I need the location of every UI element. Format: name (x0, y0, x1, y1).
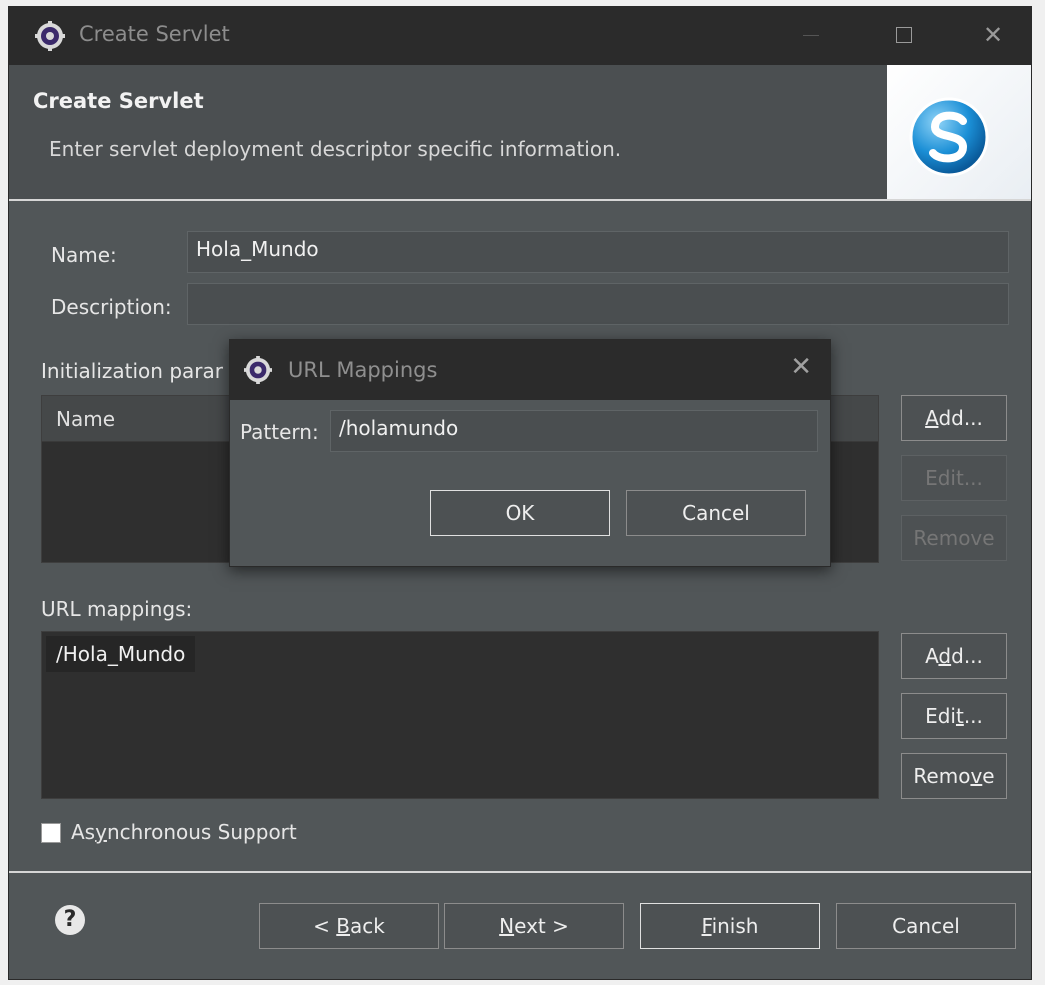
btn-mnemonic: F (701, 914, 712, 938)
close-icon: ✕ (982, 21, 1004, 49)
list-item[interactable]: /Hola_Mundo (46, 636, 196, 672)
window-titlebar[interactable]: Create Servlet ✕ (9, 7, 1031, 65)
btn-text: < (313, 914, 337, 938)
btn-text: d... (951, 644, 983, 668)
close-button[interactable]: ✕ (971, 15, 1015, 55)
servlet-logo-icon (909, 97, 989, 177)
wizard-header: Create Servlet Enter servlet deployment … (9, 65, 1031, 199)
url-mappings-label: URL mappings: (41, 597, 193, 621)
name-field-value: Hola_Mundo (196, 237, 319, 261)
btn-mnemonic: t (955, 704, 964, 728)
dialog-cancel-button[interactable]: Cancel (626, 490, 806, 536)
name-label: Name: (51, 243, 117, 267)
pattern-label: Pattern: (240, 420, 319, 444)
label-text: nchronous Support (106, 820, 297, 844)
minimize-button[interactable] (789, 15, 833, 55)
maximize-button[interactable] (883, 15, 927, 55)
init-params-add-button[interactable]: Add... (901, 395, 1007, 441)
description-label: Description: (51, 295, 172, 319)
maximize-icon (896, 27, 912, 43)
pattern-field[interactable]: /holamundo (330, 410, 818, 452)
btn-text: e (982, 764, 995, 788)
dialog-close-icon[interactable]: ✕ (790, 352, 812, 382)
finish-button[interactable]: Finish (640, 903, 820, 949)
description-field[interactable] (187, 283, 1009, 325)
wizard-banner (887, 65, 1031, 199)
async-support-checkbox[interactable] (41, 823, 61, 843)
url-mappings-list[interactable]: /Hola_Mundo (41, 631, 879, 799)
btn-mnemonic: N (499, 914, 515, 938)
next-button[interactable]: Next > (444, 903, 624, 949)
page-title: Create Servlet (33, 89, 204, 113)
create-servlet-window: Create Servlet ✕ Create Servlet Enter se… (8, 6, 1032, 980)
btn-text: dd... (938, 406, 983, 430)
dialog-titlebar[interactable]: URL Mappings ✕ (230, 340, 830, 400)
btn-mnemonic: d (938, 644, 952, 668)
footer-separator (9, 871, 1031, 873)
eclipse-app-icon (244, 356, 272, 384)
help-icon[interactable]: ? (55, 905, 85, 935)
label-text: As (71, 820, 96, 844)
url-mappings-edit-button[interactable]: Edit... (901, 693, 1007, 739)
btn-text: Remo (913, 764, 971, 788)
btn-text: ack (350, 914, 385, 938)
init-params-label: Initialization parar (41, 359, 223, 383)
async-support-label[interactable]: Asynchronous Support (71, 820, 297, 844)
init-params-edit-button[interactable]: Edit... (901, 455, 1007, 501)
header-separator (9, 199, 1031, 201)
cancel-button[interactable]: Cancel (836, 903, 1016, 949)
btn-mnemonic: A (925, 406, 939, 430)
page-description: Enter servlet deployment descriptor spec… (49, 137, 622, 161)
btn-text: A (925, 644, 939, 668)
url-mappings-remove-button[interactable]: Remove (901, 753, 1007, 799)
name-field[interactable]: Hola_Mundo (187, 231, 1009, 273)
btn-mnemonic: B (336, 914, 350, 938)
init-params-remove-button[interactable]: Remove (901, 515, 1007, 561)
pattern-field-value: /holamundo (339, 416, 459, 440)
column-name-header: Name (56, 407, 116, 431)
btn-mnemonic: v (970, 764, 983, 788)
btn-text: ext > (514, 914, 569, 938)
window-title: Create Servlet (79, 22, 230, 46)
dialog-title: URL Mappings (288, 358, 438, 382)
btn-text: Edi (925, 704, 956, 728)
url-mappings-add-button[interactable]: Add... (901, 633, 1007, 679)
label-mnemonic: y (95, 820, 107, 844)
back-button[interactable]: < Back (259, 903, 439, 949)
btn-text: ... (963, 704, 983, 728)
eclipse-app-icon (35, 21, 65, 51)
url-mappings-dialog: URL Mappings ✕ Pattern: /holamundo OK Ca… (229, 339, 831, 567)
dialog-ok-button[interactable]: OK (430, 490, 610, 536)
btn-text: inish (711, 914, 759, 938)
